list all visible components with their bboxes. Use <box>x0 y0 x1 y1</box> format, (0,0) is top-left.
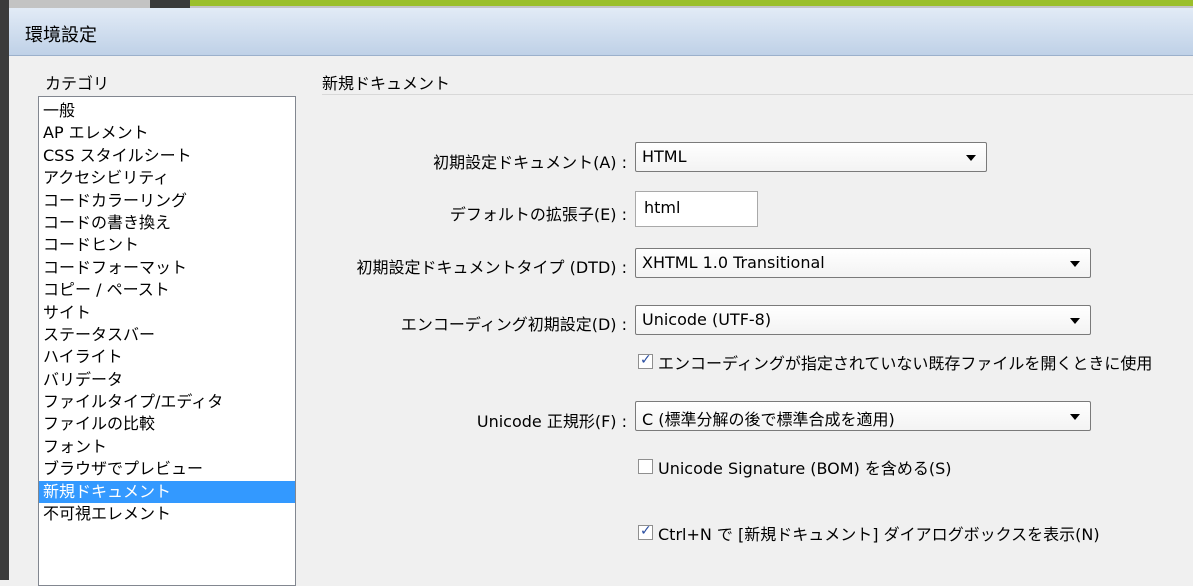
section-divider <box>322 94 1193 95</box>
category-item[interactable]: ステータスバー <box>39 324 295 346</box>
default-doctype-select[interactable]: XHTML 1.0 Transitional <box>635 248 1091 278</box>
check-icon: ✓ <box>640 352 652 368</box>
background-app-bar <box>190 0 1193 6</box>
default-extension-value: html <box>644 198 681 217</box>
category-item[interactable]: フォント <box>39 436 295 458</box>
category-item[interactable]: ブラウザでプレビュー <box>39 458 295 480</box>
chevron-down-icon <box>1070 414 1080 420</box>
dialog-title: 環境設定 <box>25 25 97 46</box>
default-doctype-value: XHTML 1.0 Transitional <box>642 253 825 272</box>
default-encoding-label: エンコーディング初期設定(D) : <box>400 315 627 334</box>
category-item[interactable]: 新規ドキュメント <box>39 480 295 504</box>
category-label: カテゴリ <box>45 74 110 93</box>
category-item[interactable]: 一般 <box>39 100 295 122</box>
category-item[interactable]: ファイルタイプ/エディタ <box>39 391 295 413</box>
background-app-tab <box>150 0 190 8</box>
category-item[interactable]: バリデータ <box>39 369 295 391</box>
default-doctype-label: 初期設定ドキュメントタイプ (DTD) : <box>356 258 627 277</box>
category-item[interactable]: ハイライト <box>39 346 295 368</box>
show-new-document-dialog-checkbox[interactable]: ✓ <box>638 523 653 540</box>
category-item[interactable]: ファイルの比較 <box>39 413 295 435</box>
default-encoding-value: Unicode (UTF-8) <box>642 310 772 329</box>
default-extension-label: デフォルトの拡張子(E) : <box>449 205 627 224</box>
background-app-strip <box>0 0 1193 8</box>
include-bom-checkbox[interactable] <box>638 459 653 474</box>
category-item[interactable]: 不可視エレメント <box>39 503 295 525</box>
use-encoding-label[interactable]: エンコーディングが指定されていない既存ファイルを開くときに使用 <box>658 350 1152 374</box>
check-icon: ✓ <box>640 523 652 539</box>
default-extension-input[interactable]: html <box>635 191 758 227</box>
unicode-normalization-value: C (標準分解の後で標準合成を適用) <box>642 410 895 429</box>
dialog-titlebar[interactable]: 環境設定 <box>9 8 1193 56</box>
category-item[interactable]: コードの書き換え <box>39 212 295 234</box>
include-bom-label[interactable]: Unicode Signature (BOM) を含める(S) <box>658 455 952 479</box>
chevron-down-icon <box>1070 318 1080 324</box>
default-document-label: 初期設定ドキュメント(A) : <box>433 153 627 172</box>
category-item[interactable]: コードカラーリング <box>39 190 295 212</box>
default-document-select[interactable]: HTML <box>635 142 987 172</box>
category-item[interactable]: AP エレメント <box>39 122 295 144</box>
background-app-frame <box>0 0 9 580</box>
section-title: 新規ドキュメント <box>322 74 451 93</box>
category-item[interactable]: サイト <box>39 302 295 324</box>
category-item[interactable]: コードフォーマット <box>39 257 295 279</box>
default-encoding-select[interactable]: Unicode (UTF-8) <box>635 305 1091 335</box>
chevron-down-icon <box>966 155 976 161</box>
category-item[interactable]: CSS スタイルシート <box>39 145 295 167</box>
show-new-document-dialog-label[interactable]: Ctrl+N で [新規ドキュメント] ダイアログボックスを表示(N) <box>658 521 1100 545</box>
chevron-down-icon <box>1070 261 1080 267</box>
preferences-dialog: カテゴリ 一般 AP エレメント CSS スタイルシート アクセシビリティ コードカラー… <box>9 56 1193 586</box>
category-list[interactable]: 一般 AP エレメント CSS スタイルシート アクセシビリティ コードカラーリング コー… <box>38 96 296 586</box>
category-item[interactable]: コピー / ペースト <box>39 279 295 301</box>
unicode-normalization-label: Unicode 正規形(F) : <box>476 412 627 431</box>
category-item[interactable]: コードヒント <box>39 234 295 256</box>
unicode-normalization-select[interactable]: C (標準分解の後で標準合成を適用) <box>635 401 1091 431</box>
category-item[interactable]: アクセシビリティ <box>39 167 295 189</box>
use-encoding-checkbox[interactable]: ✓ <box>638 352 653 369</box>
default-document-value: HTML <box>642 147 687 166</box>
